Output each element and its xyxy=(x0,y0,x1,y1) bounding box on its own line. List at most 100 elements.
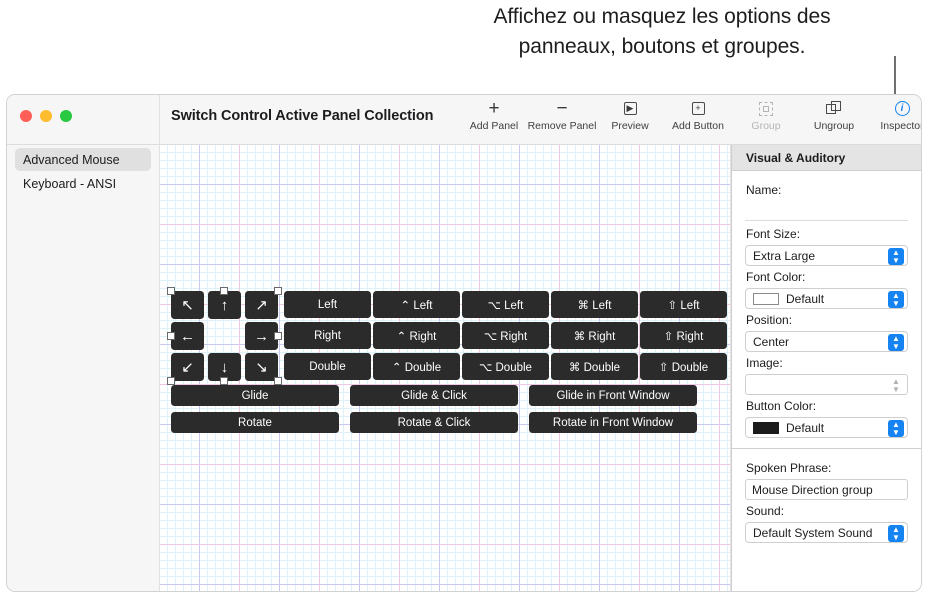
panel-button-shift-right[interactable]: ⇧ Right xyxy=(640,322,727,349)
button-label: Rotate in Front Window xyxy=(552,416,674,429)
button-label: ⇧ Double xyxy=(658,361,709,374)
traffic-lights xyxy=(20,110,72,122)
button-label: ⌘ Right xyxy=(573,330,616,343)
chevron-updown-icon: ▲ ▼ xyxy=(888,420,904,437)
spoken-phrase-input[interactable]: Mouse Direction group xyxy=(745,479,908,500)
info-icon: i xyxy=(894,99,910,118)
panel-button-ctrl-left[interactable]: ⌃ Left xyxy=(373,291,460,318)
selection-handle-middle-right[interactable] xyxy=(274,332,282,340)
selection-handle-bottom-left[interactable] xyxy=(167,377,175,385)
button-label: ⇧ Right xyxy=(663,330,704,343)
button-color-swatch xyxy=(753,421,779,434)
button-label: ⌥ Right xyxy=(483,330,528,343)
chevron-updown-icon: ▲ ▼ xyxy=(888,291,904,308)
font-size-value: Extra Large xyxy=(753,248,816,263)
panel-button-glide-in-front-window[interactable]: Glide in Front Window xyxy=(529,385,697,406)
minimize-button[interactable] xyxy=(40,110,52,122)
selection-handle-top-left[interactable] xyxy=(167,287,175,295)
window-titlebar: Switch Control Active Panel Collection +… xyxy=(7,95,921,145)
panel-button-arrow-up-left[interactable]: ↖ xyxy=(171,291,204,319)
image-label: Image: xyxy=(746,356,783,370)
panel-button-opt-right[interactable]: ⌥ Right xyxy=(462,322,549,349)
sound-select[interactable]: Default System Sound ▲ ▼ xyxy=(745,522,908,543)
toolbar-item-remove-panel[interactable]: − Remove Panel xyxy=(528,95,597,132)
panel-button-right[interactable]: Right xyxy=(284,322,371,349)
selection-handle-bottom-center[interactable] xyxy=(220,377,228,385)
sidebar-item-label: Keyboard - ANSI xyxy=(23,176,117,191)
button-label: ⌃ Left xyxy=(400,299,433,312)
caption-line-1: Affichez ou masquez les options des xyxy=(493,5,831,28)
button-label: ⌘ Double xyxy=(568,361,621,374)
toolbar-label: Preview xyxy=(611,120,649,132)
maximize-button[interactable] xyxy=(60,110,72,122)
close-button[interactable] xyxy=(20,110,32,122)
titlebar-sidebar-area xyxy=(7,95,160,144)
panel-button-shift-left[interactable]: ⇧ Left xyxy=(640,291,727,318)
toolbar-label: Group xyxy=(751,120,781,132)
chevron-updown-icon: ▲ ▼ xyxy=(888,334,904,351)
sidebar-item-advanced-mouse[interactable]: Advanced Mouse xyxy=(15,148,151,171)
selection-handle-bottom-right[interactable] xyxy=(274,377,282,385)
button-label: Glide & Click xyxy=(401,389,467,402)
button-color-select[interactable]: Default ▲ ▼ xyxy=(745,417,908,438)
button-label: ⌃ Double xyxy=(391,361,442,374)
panel-button-glide-and-click[interactable]: Glide & Click xyxy=(350,385,518,406)
selection-handle-middle-left[interactable] xyxy=(167,332,175,340)
sidebar: Advanced Mouse Keyboard - ANSI xyxy=(7,145,160,591)
sidebar-item-keyboard-ansi[interactable]: Keyboard - ANSI xyxy=(15,172,151,195)
button-label: ⇧ Left xyxy=(667,299,700,312)
panel-button-arrow-up[interactable]: ↑ xyxy=(208,291,241,319)
toolbar-item-group[interactable]: Group xyxy=(732,95,800,132)
button-color-label: Button Color: xyxy=(746,399,817,413)
panel-button-cmd-right[interactable]: ⌘ Right xyxy=(551,322,638,349)
panel-canvas[interactable]: ↖ ↑ ↗ ← → ↙ ↓ ↘ Left ⌃ Left ⌥ Left ⌘ Lef… xyxy=(160,145,731,591)
chevron-updown-icon: ▲ ▼ xyxy=(892,376,900,394)
button-label: Left xyxy=(317,298,338,311)
toolbar-item-inspector[interactable]: i Inspector xyxy=(868,95,921,132)
position-select[interactable]: Center ▲ ▼ xyxy=(745,331,908,352)
name-label: Name: xyxy=(746,183,782,197)
position-label: Position: xyxy=(746,313,793,327)
panel-button-double[interactable]: Double xyxy=(284,353,371,380)
window-body: Advanced Mouse Keyboard - ANSI ↖ ↑ ↗ ← →… xyxy=(7,145,921,591)
font-color-select[interactable]: Default ▲ ▼ xyxy=(745,288,908,309)
panel-button-cmd-left[interactable]: ⌘ Left xyxy=(551,291,638,318)
panel-button-rotate-and-click[interactable]: Rotate & Click xyxy=(350,412,518,433)
button-color-value: Default xyxy=(786,420,825,435)
ungroup-icon xyxy=(826,99,842,118)
group-icon xyxy=(759,99,773,118)
titlebar-main-area: Switch Control Active Panel Collection +… xyxy=(160,95,921,144)
chevron-updown-icon: ▲ ▼ xyxy=(888,248,904,265)
page-title: Switch Control Active Panel Collection xyxy=(171,108,434,124)
button-label: Double xyxy=(309,360,346,373)
panel-button-arrow-up-right[interactable]: ↗ xyxy=(245,291,278,319)
panel-button-opt-double[interactable]: ⌥ Double xyxy=(462,353,549,380)
panel-button-arrow-down-left[interactable]: ↙ xyxy=(171,353,204,381)
selection-handle-top-right[interactable] xyxy=(274,287,282,295)
toolbar-item-ungroup[interactable]: Ungroup xyxy=(800,95,868,132)
panel-button-left[interactable]: Left xyxy=(284,291,371,318)
panel-button-rotate-in-front-window[interactable]: Rotate in Front Window xyxy=(529,412,697,433)
toolbar-label: Add Panel xyxy=(469,120,519,132)
arrow-right-icon: → xyxy=(254,327,269,345)
selection-handle-top-center[interactable] xyxy=(220,287,228,295)
panel-button-shift-double[interactable]: ⇧ Double xyxy=(640,353,727,380)
image-select[interactable]: ▲ ▼ xyxy=(745,374,908,395)
panel-button-arrow-left[interactable]: ← xyxy=(171,322,204,350)
button-label: Glide in Front Window xyxy=(556,389,670,402)
panel-button-rotate[interactable]: Rotate xyxy=(171,412,339,433)
inspector-visual-section: Name: Font Size: Extra Large ▲ ▼ Font Col… xyxy=(732,171,921,448)
panel-button-glide[interactable]: Glide xyxy=(171,385,339,406)
name-input[interactable] xyxy=(745,201,908,221)
button-label: Rotate & Click xyxy=(397,416,471,429)
toolbar-item-add-button[interactable]: + Add Button xyxy=(664,95,732,132)
panel-button-opt-left[interactable]: ⌥ Left xyxy=(462,291,549,318)
font-size-select[interactable]: Extra Large ▲ ▼ xyxy=(745,245,908,266)
arrow-up-right-icon: ↗ xyxy=(255,297,268,314)
panel-button-cmd-double[interactable]: ⌘ Double xyxy=(551,353,638,380)
panel-button-ctrl-right[interactable]: ⌃ Right xyxy=(373,322,460,349)
arrow-up-icon: ↑ xyxy=(220,296,229,314)
toolbar-item-add-panel[interactable]: + Add Panel xyxy=(460,95,528,132)
panel-button-ctrl-double[interactable]: ⌃ Double xyxy=(373,353,460,380)
toolbar-item-preview[interactable]: ▶ Preview xyxy=(596,95,664,132)
